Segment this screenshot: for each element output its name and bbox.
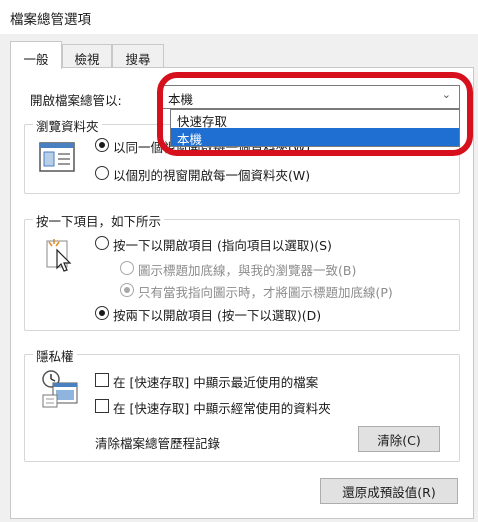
option-underline-consistent-label: 圖示標題加底線，與我的瀏覽器一致(B) [138, 263, 357, 278]
clear-history-button[interactable]: 清除(C) [358, 426, 440, 452]
option-underline-on-point-label: 只有當我指向圖示時，才將圖示標題加底線(P) [138, 285, 393, 300]
radio-separate-window[interactable] [95, 166, 109, 180]
radio-same-window[interactable] [95, 138, 109, 152]
tab-label: 搜尋 [125, 52, 151, 67]
restore-defaults-button[interactable]: 還原成預設值(R) [320, 478, 458, 504]
checkbox-recent-files[interactable] [95, 373, 109, 387]
window-title: 檔案總管選項 [10, 12, 91, 28]
radio-underline-on-point[interactable] [120, 283, 134, 297]
title-bar: 檔案總管選項 [0, 0, 478, 34]
frequent-folders-label: 在 [快速存取] 中顯示經常使用的資料夾 [113, 401, 331, 416]
pointer-click-icon [46, 239, 72, 272]
option-separate-window-label: 以個別的視窗開啟每一個資料夾(W) [113, 168, 311, 183]
tab-label: 檢視 [74, 52, 100, 67]
option-double-click-label: 按兩下以開啟項目 (按一下以選取)(D) [113, 308, 322, 323]
tab-label: 一般 [23, 52, 49, 67]
radio-single-click[interactable] [95, 236, 109, 250]
privacy-legend: 隱私權 [33, 346, 77, 365]
browse-folders-legend: 瀏覽資料夾 [33, 116, 102, 135]
recent-files-label: 在 [快速存取] 中顯示最近使用的檔案 [113, 375, 319, 390]
option-single-click-label: 按一下以開啟項目 (指向項目以選取)(S) [113, 238, 332, 253]
highlight-ring [157, 72, 473, 156]
tab-general[interactable]: 一般 [10, 41, 62, 69]
open-with-label: 開啟檔案總管以: [30, 93, 122, 108]
tab-view[interactable]: 檢視 [62, 44, 112, 68]
radio-double-click[interactable] [95, 306, 109, 320]
checkbox-frequent-folders[interactable] [95, 399, 109, 413]
click-items-legend: 按一下項目，如下所示 [33, 211, 165, 230]
window-icon [39, 142, 75, 172]
clear-history-label: 清除檔案總管歷程記錄 [95, 436, 221, 451]
recent-files-icon [42, 370, 78, 408]
radio-underline-consistent[interactable] [120, 261, 134, 275]
tab-search[interactable]: 搜尋 [112, 44, 164, 68]
